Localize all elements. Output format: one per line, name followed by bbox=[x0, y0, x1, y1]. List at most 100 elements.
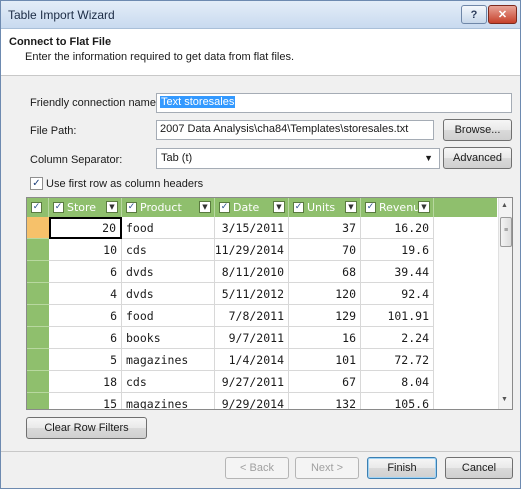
table-cell-date[interactable]: 9/27/2011 bbox=[215, 371, 289, 393]
table-cell-revenue[interactable]: 101.91 bbox=[361, 305, 434, 327]
table-cell-product[interactable]: dvds bbox=[122, 283, 215, 305]
row-header[interactable] bbox=[27, 305, 49, 327]
first-row-headers-checkbox[interactable]: ✓ bbox=[30, 177, 43, 190]
scroll-down-icon[interactable]: ▼ bbox=[501, 396, 508, 403]
column-include-checkbox[interactable]: ✓ bbox=[293, 202, 304, 213]
table-row[interactable]: 4 dvds 5/11/2012 120 92.4 bbox=[27, 283, 497, 305]
browse-button[interactable]: Browse... bbox=[443, 119, 512, 141]
scroll-thumb[interactable]: ≡ bbox=[500, 217, 512, 247]
table-row[interactable]: 15 magazines 9/29/2014 132 105.6 bbox=[27, 393, 497, 409]
table-cell-store[interactable]: 20 bbox=[49, 217, 122, 239]
filter-dropdown-icon[interactable]: ▼ bbox=[273, 201, 285, 213]
table-cell-date[interactable]: 9/7/2011 bbox=[215, 327, 289, 349]
row-header[interactable] bbox=[27, 371, 49, 393]
table-cell-store[interactable]: 5 bbox=[49, 349, 122, 371]
column-separator-select[interactable]: Tab (t) ▼ bbox=[156, 148, 440, 169]
table-cell-date[interactable]: 8/11/2010 bbox=[215, 261, 289, 283]
table-row[interactable]: 10 cds 11/29/2014 70 19.6 bbox=[27, 239, 497, 261]
table-cell-product[interactable]: food bbox=[122, 305, 215, 327]
row-header[interactable] bbox=[27, 327, 49, 349]
table-cell-units[interactable]: 101 bbox=[289, 349, 361, 371]
table-cell-revenue[interactable]: 8.04 bbox=[361, 371, 434, 393]
next-button[interactable]: Next > bbox=[295, 457, 359, 479]
column-header-label: Product bbox=[140, 201, 182, 214]
table-cell-units[interactable]: 129 bbox=[289, 305, 361, 327]
row-header[interactable] bbox=[27, 217, 49, 239]
table-cell-units[interactable]: 68 bbox=[289, 261, 361, 283]
close-button[interactable]: ✕ bbox=[488, 5, 517, 24]
friendly-name-input[interactable]: Text storesales bbox=[156, 93, 512, 113]
back-button[interactable]: < Back bbox=[225, 457, 289, 479]
finish-button[interactable]: Finish bbox=[367, 457, 437, 479]
table-cell-product[interactable]: cds bbox=[122, 371, 215, 393]
table-cell-store[interactable]: 6 bbox=[49, 327, 122, 349]
first-row-headers-label: Use first row as column headers bbox=[46, 178, 204, 190]
help-button[interactable]: ? bbox=[461, 5, 487, 24]
row-header[interactable] bbox=[27, 393, 49, 409]
table-cell-revenue[interactable]: 16.20 bbox=[361, 217, 434, 239]
table-cell-product[interactable]: cds bbox=[122, 239, 215, 261]
select-all-checkbox[interactable]: ✓ bbox=[31, 202, 42, 213]
clear-row-filters-button[interactable]: Clear Row Filters bbox=[26, 417, 147, 439]
table-cell-date[interactable]: 1/4/2014 bbox=[215, 349, 289, 371]
table-cell-units[interactable]: 67 bbox=[289, 371, 361, 393]
table-cell-revenue[interactable]: 2.24 bbox=[361, 327, 434, 349]
table-row[interactable]: 6 dvds 8/11/2010 68 39.44 bbox=[27, 261, 497, 283]
cancel-button[interactable]: Cancel bbox=[445, 457, 513, 479]
table-cell-product[interactable]: books bbox=[122, 327, 215, 349]
table-cell-units[interactable]: 37 bbox=[289, 217, 361, 239]
table-cell-product[interactable]: magazines bbox=[122, 349, 215, 371]
filter-dropdown-icon[interactable]: ▼ bbox=[345, 201, 357, 213]
column-header-store[interactable]: ✓ Store ▼ bbox=[49, 198, 122, 217]
table-cell-store[interactable]: 6 bbox=[49, 305, 122, 327]
filter-dropdown-icon[interactable]: ▼ bbox=[199, 201, 211, 213]
scroll-up-icon[interactable]: ▲ bbox=[501, 202, 508, 209]
table-cell-date[interactable]: 9/29/2014 bbox=[215, 393, 289, 409]
table-cell-date[interactable]: 3/15/2011 bbox=[215, 217, 289, 239]
table-cell-product[interactable]: food bbox=[122, 217, 215, 239]
table-cell-revenue[interactable]: 39.44 bbox=[361, 261, 434, 283]
table-row[interactable]: 6 books 9/7/2011 16 2.24 bbox=[27, 327, 497, 349]
table-cell-revenue[interactable]: 92.4 bbox=[361, 283, 434, 305]
table-cell-product[interactable]: dvds bbox=[122, 261, 215, 283]
table-cell-units[interactable]: 120 bbox=[289, 283, 361, 305]
column-include-checkbox[interactable]: ✓ bbox=[126, 202, 137, 213]
row-header[interactable] bbox=[27, 283, 49, 305]
table-cell-store[interactable]: 15 bbox=[49, 393, 122, 409]
table-row[interactable]: 6 food 7/8/2011 129 101.91 bbox=[27, 305, 497, 327]
table-row[interactable]: 20 food 3/15/2011 37 16.20 bbox=[27, 217, 497, 239]
table-row[interactable]: 18 cds 9/27/2011 67 8.04 bbox=[27, 371, 497, 393]
table-row[interactable]: 5 magazines 1/4/2014 101 72.72 bbox=[27, 349, 497, 371]
column-header-product[interactable]: ✓ Product ▼ bbox=[122, 198, 215, 217]
select-all-header[interactable]: ✓ bbox=[27, 198, 49, 217]
table-cell-units[interactable]: 16 bbox=[289, 327, 361, 349]
table-cell-product[interactable]: magazines bbox=[122, 393, 215, 409]
column-include-checkbox[interactable]: ✓ bbox=[219, 202, 230, 213]
table-cell-date[interactable]: 7/8/2011 bbox=[215, 305, 289, 327]
row-header[interactable] bbox=[27, 239, 49, 261]
window-title: Table Import Wizard bbox=[8, 8, 115, 22]
filter-dropdown-icon[interactable]: ▼ bbox=[106, 201, 118, 213]
table-cell-store[interactable]: 4 bbox=[49, 283, 122, 305]
table-cell-units[interactable]: 132 bbox=[289, 393, 361, 409]
table-cell-units[interactable]: 70 bbox=[289, 239, 361, 261]
table-cell-date[interactable]: 11/29/2014 bbox=[215, 239, 289, 261]
column-header-revenue[interactable]: ✓ Revenue ▼ bbox=[361, 198, 434, 217]
row-header[interactable] bbox=[27, 261, 49, 283]
filter-dropdown-icon[interactable]: ▼ bbox=[418, 201, 430, 213]
table-cell-store[interactable]: 18 bbox=[49, 371, 122, 393]
vertical-scrollbar[interactable]: ▲ ≡ ▼ bbox=[498, 198, 512, 409]
row-header[interactable] bbox=[27, 349, 49, 371]
table-cell-date[interactable]: 5/11/2012 bbox=[215, 283, 289, 305]
table-cell-revenue[interactable]: 72.72 bbox=[361, 349, 434, 371]
table-cell-store[interactable]: 6 bbox=[49, 261, 122, 283]
column-include-checkbox[interactable]: ✓ bbox=[365, 202, 376, 213]
table-cell-revenue[interactable]: 19.6 bbox=[361, 239, 434, 261]
table-cell-store[interactable]: 10 bbox=[49, 239, 122, 261]
column-header-units[interactable]: ✓ Units ▼ bbox=[289, 198, 361, 217]
table-cell-revenue[interactable]: 105.6 bbox=[361, 393, 434, 409]
column-include-checkbox[interactable]: ✓ bbox=[53, 202, 64, 213]
column-header-date[interactable]: ✓ Date ▼ bbox=[215, 198, 289, 217]
file-path-input[interactable]: 2007 Data Analysis\cha84\Templates\store… bbox=[156, 120, 434, 140]
advanced-button[interactable]: Advanced bbox=[443, 147, 512, 169]
